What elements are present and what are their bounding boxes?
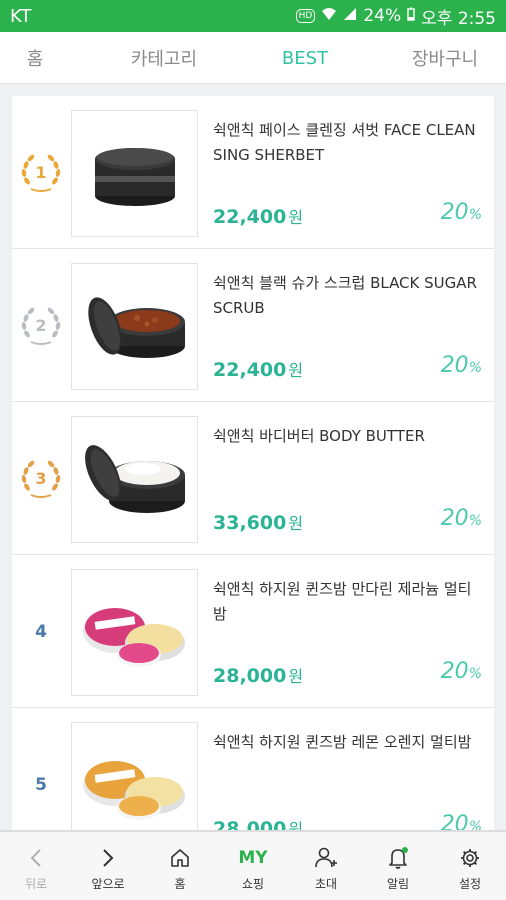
clock: 오후 2:55 xyxy=(421,8,496,29)
currency-label: 원 xyxy=(288,820,304,830)
discount-rate: 20% xyxy=(441,812,482,830)
product-image[interactable] xyxy=(71,569,198,696)
discount-rate: 20% xyxy=(441,506,482,531)
best-product-list: 1 쉭앤칙 페이스 클렌징 셔벗 FACE CLEANSING SHERBET … xyxy=(12,96,494,830)
discount-rate: 20% xyxy=(441,200,482,225)
discount-rate: 20% xyxy=(441,659,482,684)
discount-value: 20 xyxy=(440,812,469,830)
back-label: 뒤로 xyxy=(24,876,48,891)
forward-button[interactable]: 앞으로 xyxy=(72,832,144,900)
invite-user-icon xyxy=(313,843,339,873)
top-nav: 홈 카테고리 BEST 장바구니 xyxy=(0,32,506,84)
settings-label: 설정 xyxy=(458,876,482,891)
discount-unit: % xyxy=(468,513,482,529)
my-shopping-button[interactable]: MY 쇼핑 xyxy=(217,832,289,900)
tab-cart[interactable]: 장바구니 xyxy=(390,32,500,84)
rank-badge: 2 xyxy=(12,249,70,402)
product-name[interactable]: 쉭앤칙 바디버터 BODY BUTTER xyxy=(213,424,483,449)
product-image[interactable] xyxy=(71,722,198,830)
forward-label: 앞으로 xyxy=(91,876,125,891)
discount-value: 20 xyxy=(440,353,469,378)
my-shopping-icon: MY xyxy=(238,847,268,868)
rank-number: 3 xyxy=(35,469,47,488)
price-value: 33,600 xyxy=(213,512,287,534)
product-price: 22,400 원 xyxy=(213,357,303,381)
rank-badge: 5 xyxy=(12,708,70,830)
discount-value: 20 xyxy=(440,200,469,225)
price-value: 22,400 xyxy=(213,359,287,381)
product-row[interactable]: 4 쉭앤칙 하지원 퀸즈밤 만다린 제라늄 멀티밤 28,000 원 20% xyxy=(12,555,494,708)
price-value: 22,400 xyxy=(213,206,287,228)
product-price: 28,000 원 xyxy=(213,816,303,830)
rank-badge: 4 xyxy=(12,555,70,708)
gold-medal-icon: 1 xyxy=(19,151,63,195)
product-name[interactable]: 쉭앤칙 하지원 퀸즈밤 레몬 오렌지 멀티밤 xyxy=(213,730,483,755)
hd-voice-icon: HD xyxy=(295,9,316,23)
discount-rate: 20% xyxy=(441,353,482,378)
rank-number: 1 xyxy=(35,163,47,182)
discount-unit: % xyxy=(468,666,482,682)
rank-number: 5 xyxy=(35,774,47,795)
invite-button[interactable]: 초대 xyxy=(290,832,362,900)
bottom-toolbar: 뒤로 앞으로 홈 MY 쇼핑 초대 알림 설정 xyxy=(0,830,506,900)
product-row[interactable]: 5 쉭앤칙 하지원 퀸즈밤 레몬 오렌지 멀티밤 28,000 원 20% xyxy=(12,708,494,830)
tab-home[interactable]: 홈 xyxy=(0,32,70,84)
rank-badge: 1 xyxy=(12,96,70,249)
product-image[interactable] xyxy=(71,263,198,390)
product-price: 33,600 원 xyxy=(213,510,303,534)
product-name[interactable]: 쉭앤칙 블랙 슈가 스크럽 BLACK SUGAR SCRUB xyxy=(213,271,483,321)
product-price: 22,400 원 xyxy=(213,204,303,228)
rank-number: 4 xyxy=(35,621,47,642)
home-button[interactable]: 홈 xyxy=(144,832,216,900)
bell-icon xyxy=(386,843,410,873)
product-image[interactable] xyxy=(71,416,198,543)
status-bar: KT HD 24% 오후 2:55 xyxy=(0,0,506,32)
product-row[interactable]: 3 쉭앤칙 바디버터 BODY BUTTER 33,600 원 20% xyxy=(12,402,494,555)
discount-unit: % xyxy=(468,207,482,223)
product-name[interactable]: 쉭앤칙 페이스 클렌징 셔벗 FACE CLEANSING SHERBET xyxy=(213,118,483,168)
battery-icon xyxy=(407,6,415,26)
discount-unit: % xyxy=(468,819,482,830)
currency-label: 원 xyxy=(288,667,304,686)
silver-medal-icon: 2 xyxy=(19,304,63,348)
wifi-icon xyxy=(321,6,337,26)
product-row[interactable]: 2 쉭앤칙 블랙 슈가 스크럽 BLACK SUGAR SCRUB 22,400… xyxy=(12,249,494,402)
settings-button[interactable]: 설정 xyxy=(434,832,506,900)
currency-label: 원 xyxy=(288,361,304,380)
discount-value: 20 xyxy=(440,659,469,684)
notifications-label: 알림 xyxy=(386,876,410,891)
signal-icon xyxy=(343,6,357,26)
product-price: 28,000 원 xyxy=(213,663,303,687)
home-icon xyxy=(169,843,191,873)
tab-category[interactable]: 카테고리 xyxy=(100,32,228,84)
product-name[interactable]: 쉭앤칙 하지원 퀸즈밤 만다린 제라늄 멀티밤 xyxy=(213,577,483,627)
carrier-label: KT xyxy=(10,5,32,27)
chevron-right-icon xyxy=(101,843,115,873)
product-row[interactable]: 1 쉭앤칙 페이스 클렌징 셔벗 FACE CLEANSING SHERBET … xyxy=(12,96,494,249)
discount-unit: % xyxy=(468,360,482,376)
home-label: 홈 xyxy=(174,876,186,891)
chevron-left-icon xyxy=(29,843,43,873)
shopping-label: 쇼핑 xyxy=(241,876,265,891)
currency-label: 원 xyxy=(288,208,304,227)
discount-value: 20 xyxy=(440,506,469,531)
invite-label: 초대 xyxy=(314,876,338,891)
price-value: 28,000 xyxy=(213,818,287,830)
gear-icon xyxy=(459,843,481,873)
rank-number: 2 xyxy=(35,316,47,335)
bronze-medal-icon: 3 xyxy=(19,457,63,501)
notifications-button[interactable]: 알림 xyxy=(362,832,434,900)
status-indicators: HD 24% 오후 2:55 xyxy=(295,4,496,29)
tab-best[interactable]: BEST xyxy=(250,32,360,84)
back-button[interactable]: 뒤로 xyxy=(0,832,72,900)
price-value: 28,000 xyxy=(213,665,287,687)
rank-badge: 3 xyxy=(12,402,70,555)
product-image[interactable] xyxy=(71,110,198,237)
currency-label: 원 xyxy=(288,514,304,533)
battery-level: 24% xyxy=(363,6,402,26)
